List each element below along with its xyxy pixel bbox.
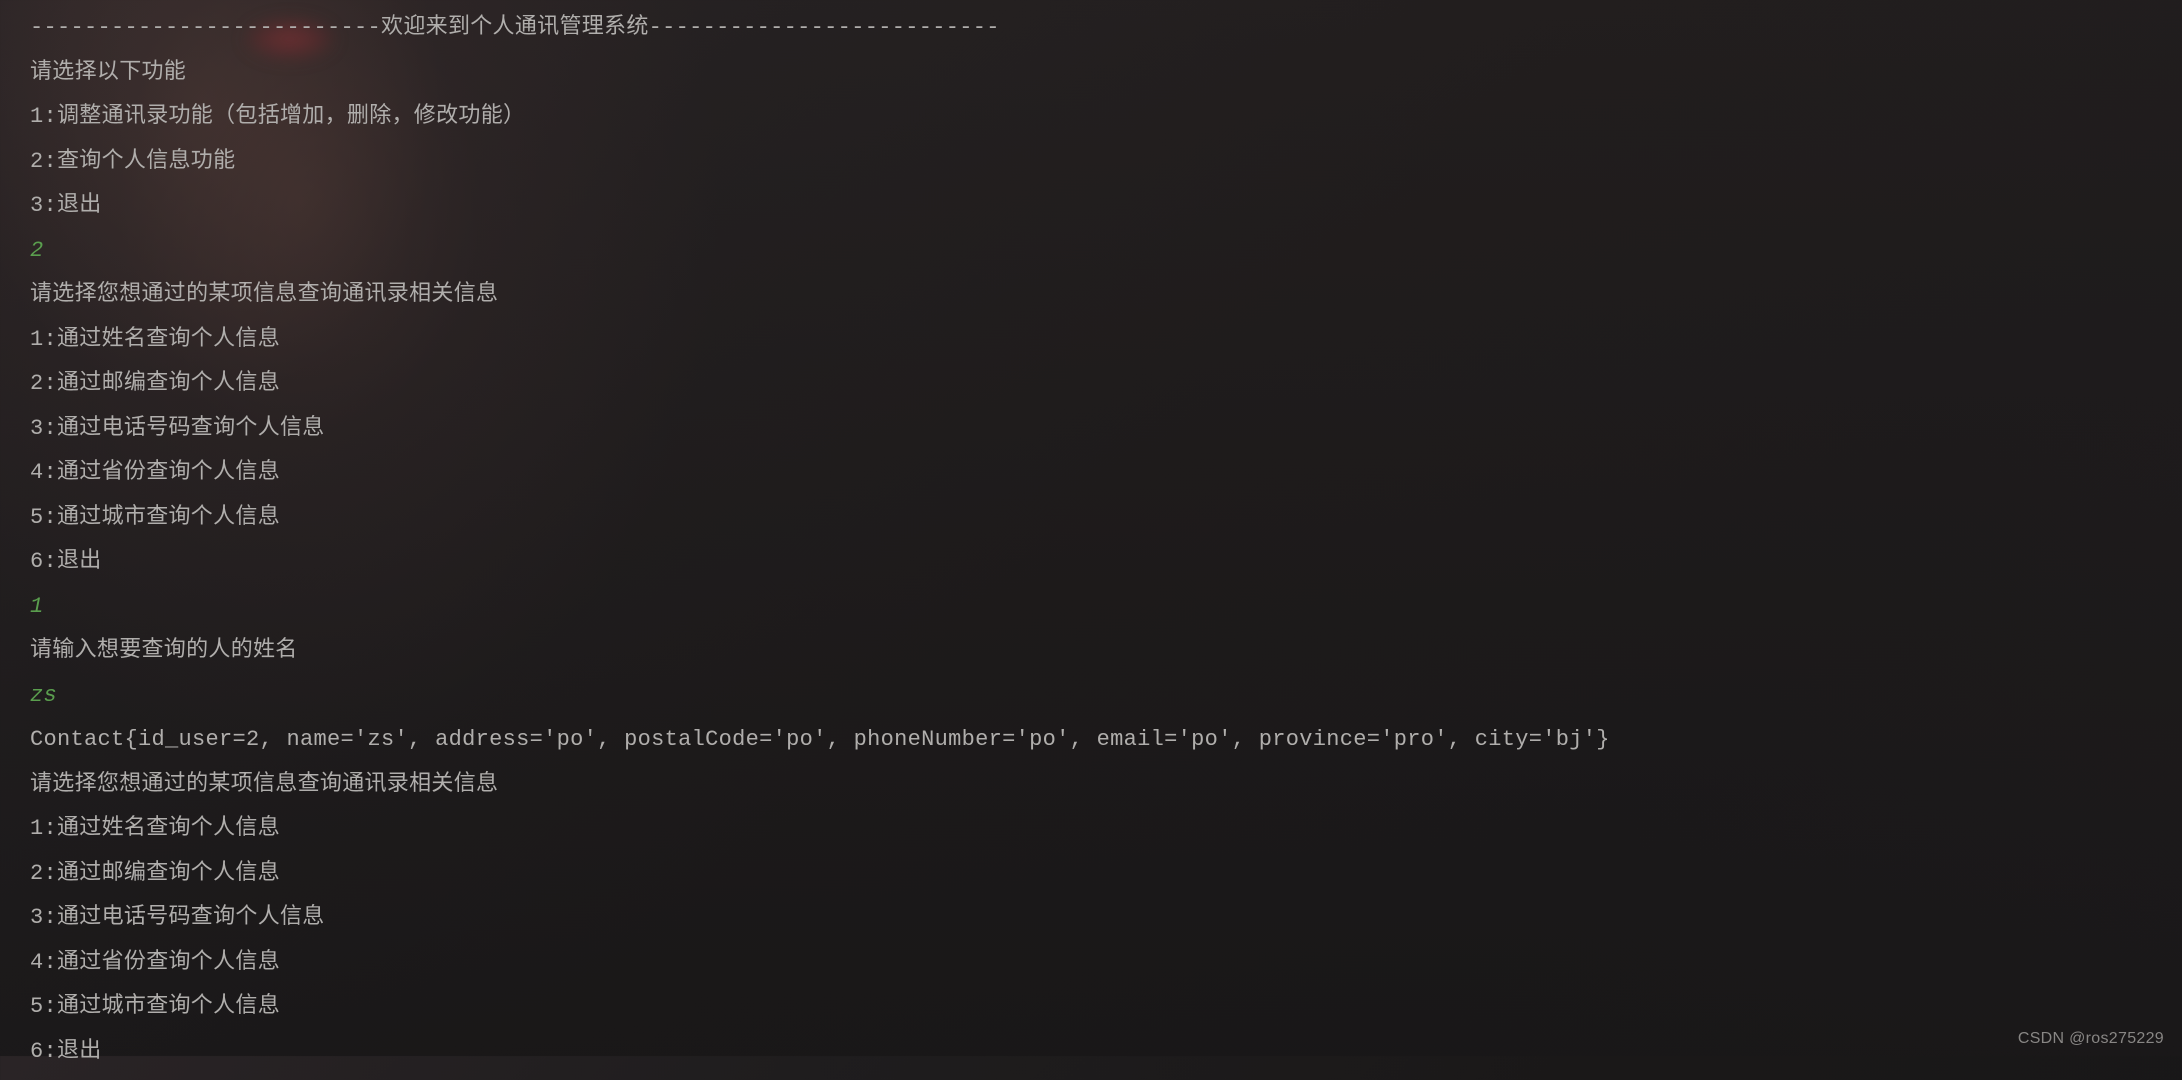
user-input-2: 1 bbox=[30, 585, 2152, 630]
query-menu2-opt3: 3:通过电话号码查询个人信息 bbox=[30, 896, 2152, 941]
query-menu-opt4: 4:通过省份查询个人信息 bbox=[30, 451, 2152, 496]
query-menu-opt3: 3:通过电话号码查询个人信息 bbox=[30, 407, 2152, 452]
main-menu-opt1: 1:调整通讯录功能（包括增加，删除，修改功能） bbox=[30, 95, 2152, 140]
query-menu-opt2: 2:通过邮编查询个人信息 bbox=[30, 362, 2152, 407]
query-prompt-2: 请选择您想通过的某项信息查询通讯录相关信息 bbox=[30, 763, 2152, 808]
user-input-3: zs bbox=[30, 674, 2152, 719]
main-prompt: 请选择以下功能 bbox=[30, 51, 2152, 96]
user-input-1: 2 bbox=[30, 229, 2152, 274]
main-menu-opt3: 3:退出 bbox=[30, 184, 2152, 229]
watermark-text: CSDN @ros275229 bbox=[2018, 1030, 2164, 1048]
query-menu2-opt5: 5:通过城市查询个人信息 bbox=[30, 985, 2152, 1030]
main-menu-opt2: 2:查询个人信息功能 bbox=[30, 140, 2152, 185]
header-line: --------------------------欢迎来到个人通讯管理系统--… bbox=[30, 6, 2152, 51]
query-menu2-opt6: 6:退出 bbox=[30, 1030, 2152, 1075]
query-result: Contact{id_user=2, name='zs', address='p… bbox=[30, 718, 2152, 763]
query-menu2-opt4: 4:通过省份查询个人信息 bbox=[30, 941, 2152, 986]
query-prompt: 请选择您想通过的某项信息查询通讯录相关信息 bbox=[30, 273, 2152, 318]
query-menu-opt5: 5:通过城市查询个人信息 bbox=[30, 496, 2152, 541]
query-menu2-opt2: 2:通过邮编查询个人信息 bbox=[30, 852, 2152, 897]
query-menu-opt6: 6:退出 bbox=[30, 540, 2152, 585]
query-menu-opt1: 1:通过姓名查询个人信息 bbox=[30, 318, 2152, 363]
name-prompt: 请输入想要查询的人的姓名 bbox=[30, 629, 2152, 674]
query-menu2-opt1: 1:通过姓名查询个人信息 bbox=[30, 807, 2152, 852]
terminal-output: --------------------------欢迎来到个人通讯管理系统--… bbox=[0, 0, 2182, 1080]
